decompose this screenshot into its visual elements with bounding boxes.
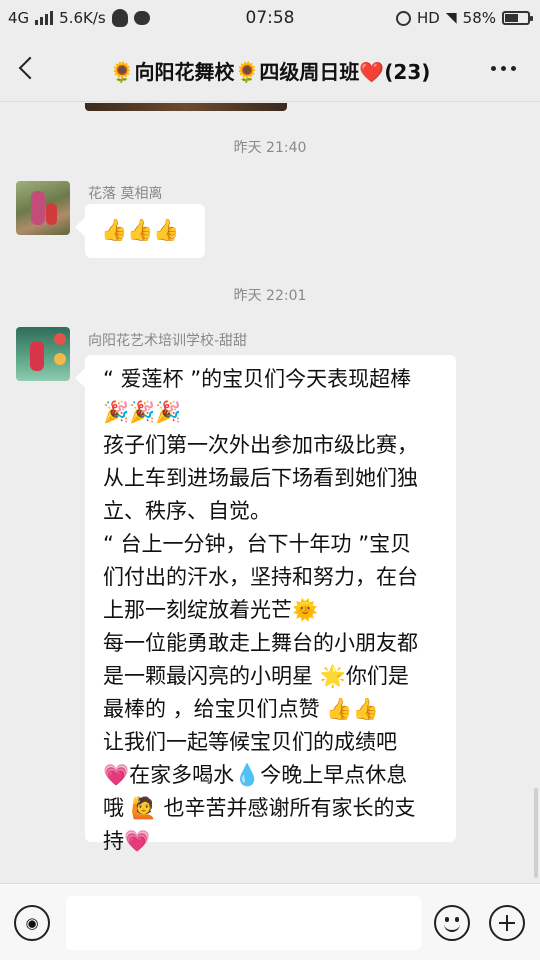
timestamp: 昨天 21:40 bbox=[233, 140, 307, 156]
battery-icon bbox=[502, 11, 533, 25]
more-functions-button[interactable] bbox=[489, 905, 525, 941]
back-button[interactable] bbox=[14, 54, 44, 84]
battery-percent: 58% bbox=[462, 9, 496, 27]
battery-fill bbox=[505, 14, 518, 22]
sender-name: 向阳花艺术培训学校-甜甜 bbox=[88, 333, 248, 349]
voice-icon: ◉ bbox=[25, 914, 39, 932]
chat-header: 🌻向阳花舞校🌻四级周日班❤️(23) bbox=[0, 38, 540, 102]
message-line: 🎉🎉🎉 bbox=[103, 400, 182, 424]
message-line: 持💗 bbox=[103, 829, 151, 853]
wifi-icon: ◥ bbox=[445, 10, 457, 26]
hd-label: HD bbox=[417, 9, 440, 27]
input-bar: ◉ bbox=[0, 883, 540, 960]
emoji-icon bbox=[445, 917, 449, 922]
voice-button[interactable]: ◉ bbox=[14, 905, 50, 941]
previous-image-message[interactable] bbox=[85, 103, 287, 111]
sender-name: 花落 莫相离 bbox=[88, 186, 163, 202]
message-line: 上那一刻绽放着光芒🌞 bbox=[103, 598, 319, 622]
message-bubble[interactable]: 👍👍👍 bbox=[85, 204, 205, 258]
chat-messages[interactable]: 昨天 21:40 花落 莫相离 👍👍👍 昨天 22:01 向阳花艺术培训学校-甜… bbox=[0, 103, 540, 883]
chat-title: 🌻向阳花舞校🌻四级周日班❤️(23) bbox=[109, 60, 431, 84]
message-line: 孩子们第一次外出参加市级比赛， bbox=[103, 433, 418, 457]
status-right: HD ◥ 58% bbox=[396, 9, 533, 27]
message-line: 💗在家多喝水💧今晚上早点休息 bbox=[103, 763, 408, 787]
more-options-button[interactable] bbox=[491, 66, 516, 71]
message-line: 从上车到进场最后下场看到她们独 bbox=[103, 466, 418, 490]
scrollbar[interactable] bbox=[534, 788, 538, 878]
timestamp: 昨天 22:01 bbox=[233, 288, 307, 304]
message-bubble[interactable]: “ 爱莲杯 ”的宝贝们今天表现超棒 🎉🎉🎉 孩子们第一次外出参加市级比赛， 从上… bbox=[85, 355, 456, 853]
message-line: 们付出的汗水，坚持和努力，在台 bbox=[103, 565, 418, 589]
message-line: 是一颗最闪亮的小明星 🌟你们是 bbox=[103, 664, 409, 688]
message-line: 哦 🙋 也辛苦并感谢所有家长的支 bbox=[103, 796, 416, 820]
message-line: “ 爱莲杯 ”的宝贝们今天表现超棒 bbox=[103, 367, 412, 391]
message-line: 最棒的 ，给宝贝们点赞 👍👍 bbox=[103, 697, 379, 721]
message-input[interactable] bbox=[66, 896, 421, 950]
status-bar: 4G 5.6K/s 07:58 HD ◥ 58% bbox=[0, 0, 540, 38]
emoji-button[interactable] bbox=[434, 905, 470, 941]
alarm-icon bbox=[396, 10, 412, 26]
message-line: 每一位能勇敢走上舞台的小朋友都 bbox=[103, 631, 418, 655]
avatar[interactable] bbox=[16, 181, 70, 235]
avatar[interactable] bbox=[16, 327, 70, 381]
message-line: 让我们一起等候宝贝们的成绩吧 bbox=[103, 730, 397, 754]
message-line: 立、秩序、自觉。 bbox=[103, 499, 271, 523]
message-text: 👍👍👍 bbox=[101, 218, 180, 242]
message-line: “ 台上一分钟，台下十年功 ”宝贝 bbox=[103, 532, 412, 556]
